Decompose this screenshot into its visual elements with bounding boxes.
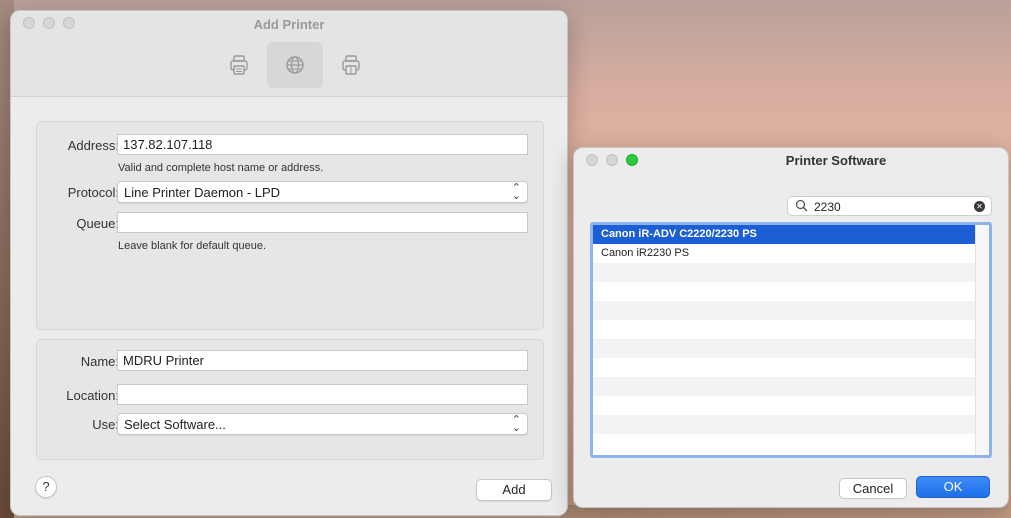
queue-input[interactable] [117,212,528,233]
empty-list-row [593,263,975,282]
window-title: Add Printer [253,17,325,32]
software-results-list[interactable]: Canon iR-ADV C2220/2230 PS Canon iR2230 … [590,222,992,458]
empty-list-row [593,358,975,377]
window-title: Printer Software [785,153,887,168]
empty-list-row [593,320,975,339]
add-printer-window: Add Printer Address: 137.82.107.118 Vali… [10,10,568,516]
chevron-updown-icon: ⌃ ⌄ [511,182,521,202]
add-printer-titlebar: Add Printer [11,11,567,97]
location-input[interactable] [117,384,528,405]
globe-ip-icon [286,56,304,74]
use-software-value: Select Software... [124,417,226,432]
printer-details-group: Name: MDRU Printer Location: Use: Select… [36,339,544,460]
ok-button[interactable]: OK [916,476,990,498]
printer-software-titlebar: Printer Software [574,148,1008,178]
location-label: Location: [66,388,119,403]
search-icon [795,199,808,212]
address-hint: Valid and complete host name or address. [118,162,324,174]
empty-list-row [593,396,975,415]
queue-hint: Leave blank for default queue. [118,240,267,252]
help-button[interactable]: ? [35,476,57,498]
printer-software-window: Printer Software 2230 ✕ Canon iR-ADV C22… [573,147,1009,508]
name-input[interactable]: MDRU Printer [117,350,528,371]
address-input[interactable]: 137.82.107.118 [117,134,528,155]
name-label: Name: [80,354,119,369]
empty-list-row [593,282,975,301]
connection-settings-group: Address: 137.82.107.118 Valid and comple… [36,121,544,330]
chevron-updown-icon: ⌃ ⌄ [511,414,521,434]
protocol-label: Protocol: [67,185,119,200]
queue-label: Queue: [76,216,119,231]
use-label: Use: [92,417,119,432]
address-label: Address: [67,138,119,153]
empty-list-row [593,415,975,434]
list-item[interactable]: Canon iR-ADV C2220/2230 PS [593,225,975,244]
clear-search-icon[interactable]: ✕ [974,201,985,212]
empty-list-row [593,434,975,453]
default-printers-tab[interactable] [211,42,267,88]
cancel-button[interactable]: Cancel [839,478,907,499]
printer-type-toolbar [211,42,379,88]
search-input[interactable]: 2230 [814,200,841,214]
list-scrollbar[interactable] [975,225,989,455]
windows-printer-tab[interactable] [323,42,379,88]
software-search-field[interactable]: 2230 ✕ [787,196,992,216]
protocol-value: Line Printer Daemon - LPD [124,185,281,200]
printer-windows-icon [342,55,360,75]
ip-printer-tab[interactable] [267,42,323,88]
empty-list-row [593,301,975,320]
list-item[interactable]: Canon iR2230 PS [593,244,975,263]
empty-list-row [593,339,975,358]
printer-default-icon [230,55,248,75]
protocol-select[interactable]: Line Printer Daemon - LPD ⌃ ⌄ [117,181,528,203]
use-software-select[interactable]: Select Software... ⌃ ⌄ [117,413,528,435]
empty-list-row [593,377,975,396]
add-button[interactable]: Add [476,479,552,501]
